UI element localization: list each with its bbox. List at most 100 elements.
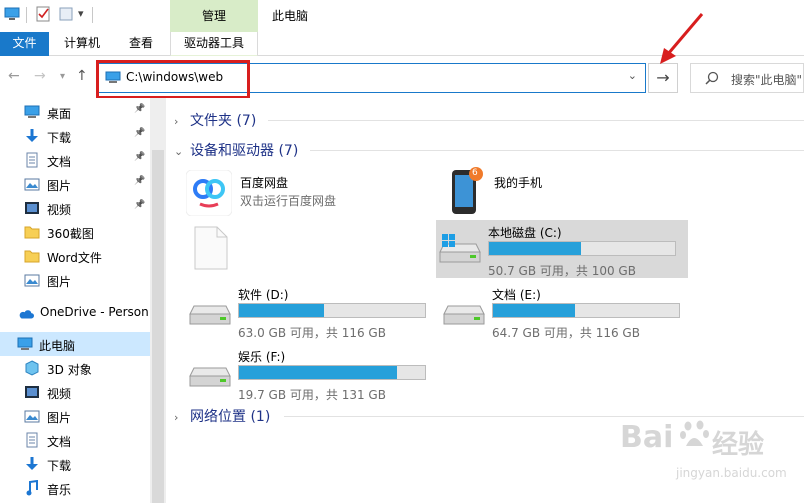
nav-label: 桌面	[47, 107, 72, 121]
tab-drive-tools[interactable]: 驱动器工具	[170, 32, 258, 57]
nav-item-this-pc[interactable]: 此电脑	[0, 332, 150, 356]
watermark-brand: Bai	[620, 420, 674, 455]
download-icon	[26, 129, 38, 142]
watermark-brand-2: 经验	[712, 430, 765, 460]
drive-icon	[443, 305, 485, 325]
quick-access-dropdown-icon[interactable]: ▾	[78, 7, 84, 20]
folder-icon	[24, 250, 40, 263]
search-icon	[705, 71, 719, 85]
phone-icon	[452, 167, 483, 214]
cloud-icon	[19, 310, 34, 319]
drive-usage-bar	[238, 365, 426, 380]
drive-tile[interactable]: 娱乐 (F:) 19.7 GB 可用，共 131 GB	[186, 344, 436, 402]
nav-scrollbar-thumb[interactable]	[152, 150, 164, 503]
drive-free-space: 50.7 GB 可用，共 100 GB	[488, 264, 636, 278]
drive-free-space: 19.7 GB 可用，共 131 GB	[238, 388, 386, 402]
pin-icon[interactable]: 📌	[134, 128, 145, 138]
drive-name: 软件 (D:)	[238, 288, 289, 302]
address-history-chevron-icon[interactable]: ⌄	[628, 69, 637, 82]
new-folder-icon[interactable]	[58, 6, 74, 22]
nav-item[interactable]: 下载 📌	[0, 124, 150, 148]
nav-item[interactable]: 图片 📌	[0, 172, 150, 196]
nav-item[interactable]: 3D 对象	[0, 356, 150, 380]
nav-item[interactable]: 音乐	[0, 476, 150, 500]
back-arrow-icon[interactable]: ←	[8, 68, 20, 84]
nav-label: OneDrive - Person	[40, 305, 149, 319]
nav-label: 此电脑	[39, 339, 76, 353]
address-path[interactable]: C:\windows\web	[126, 70, 223, 84]
group-header-network[interactable]: › 网络位置 (1)	[174, 406, 270, 426]
nav-item-onedrive[interactable]: OneDrive - Person	[0, 300, 150, 324]
music-icon	[26, 480, 38, 496]
pin-icon[interactable]: 📌	[134, 176, 145, 186]
nav-item[interactable]: 桌面 📌	[0, 100, 150, 124]
drive-usage-bar	[492, 303, 680, 318]
this-pc-icon	[17, 337, 33, 350]
nav-label: Word文件	[47, 251, 102, 265]
group-divider	[268, 120, 804, 121]
up-arrow-icon[interactable]: ↑	[76, 68, 88, 84]
watermark-url: jingyan.baidu.com	[676, 466, 787, 480]
device-description: 双击运行百度网盘	[240, 194, 337, 208]
group-divider	[284, 416, 804, 417]
drive-usage-bar	[238, 303, 426, 318]
separator	[92, 7, 93, 23]
nav-item[interactable]: 视频	[0, 380, 150, 404]
phone-badge: 6	[472, 168, 478, 178]
drive-name: 文档 (E:)	[492, 288, 541, 302]
picture-icon	[24, 410, 40, 423]
nav-label: 文档	[47, 155, 72, 169]
chevron-right-icon: ›	[174, 115, 179, 128]
device-my-phone[interactable]: 6 我的手机	[440, 166, 690, 222]
tab-view[interactable]: 查看	[118, 32, 164, 56]
this-pc-icon	[4, 7, 20, 20]
nav-item[interactable]: Word文件	[0, 244, 150, 268]
nav-label: 文档	[47, 435, 72, 449]
pin-icon[interactable]: 📌	[134, 104, 145, 114]
pin-icon[interactable]: 📌	[134, 152, 145, 162]
drive-name: 本地磁盘 (C:)	[488, 226, 562, 240]
forward-arrow-icon[interactable]: →	[34, 68, 46, 84]
unknown-file-icon[interactable]	[194, 226, 228, 270]
nav-item[interactable]: 文档 📌	[0, 148, 150, 172]
tab-file[interactable]: 文件	[0, 32, 49, 56]
drive-tile[interactable]: 文档 (E:) 64.7 GB 可用，共 116 GB	[440, 282, 690, 340]
pin-icon[interactable]: 📌	[134, 200, 145, 210]
group-divider	[310, 150, 804, 151]
go-button[interactable]: →	[648, 63, 678, 93]
address-bar[interactable]: C:\windows\web ⌄	[98, 63, 646, 93]
search-placeholder[interactable]: 搜索"此电脑"	[731, 71, 802, 88]
nav-label: 视频	[47, 387, 72, 401]
search-box[interactable]: 搜索"此电脑"	[690, 63, 804, 93]
nav-label: 360截图	[47, 227, 94, 241]
recent-locations-chevron-icon[interactable]: ▾	[60, 71, 65, 82]
drive-usage-fill	[239, 366, 398, 379]
device-name: 百度网盘	[240, 176, 289, 190]
nav-label: 3D 对象	[47, 363, 92, 377]
device-baidu-netdisk[interactable]: 百度网盘 双击运行百度网盘	[186, 166, 436, 222]
group-header-folders[interactable]: › 文件夹 (7)	[174, 110, 256, 130]
nav-item[interactable]: 文档	[0, 428, 150, 452]
video-icon	[25, 202, 39, 214]
drive-tile[interactable]: 本地磁盘 (C:) 50.7 GB 可用，共 100 GB	[436, 220, 688, 278]
drive-usage-fill	[239, 304, 324, 317]
drive-tile[interactable]: 软件 (D:) 63.0 GB 可用，共 116 GB	[186, 282, 436, 340]
group-header-devices[interactable]: ⌄ 设备和驱动器 (7)	[174, 140, 298, 160]
properties-icon[interactable]	[35, 6, 51, 22]
navigation-pane: 桌面 📌 下载 📌 文档 📌 图片 📌 视频 📌 360截图 Word文件 图片 OneDrive - …	[0, 98, 168, 503]
nav-item[interactable]: 360截图	[0, 220, 150, 244]
nav-item[interactable]: 视频 📌	[0, 196, 150, 220]
nav-label: 图片	[47, 411, 72, 425]
nav-label: 下载	[47, 459, 72, 473]
nav-item[interactable]: 图片	[0, 404, 150, 428]
document-icon	[26, 152, 38, 168]
contextual-tab-manage: 管理	[170, 0, 258, 32]
tab-computer[interactable]: 计算机	[52, 32, 112, 56]
drive-icon	[189, 367, 231, 387]
drive-free-space: 63.0 GB 可用，共 116 GB	[238, 326, 386, 340]
download-icon	[26, 457, 38, 470]
picture-icon	[24, 178, 40, 191]
nav-label: 视频	[47, 203, 72, 217]
nav-item[interactable]: 下载	[0, 452, 150, 476]
nav-item[interactable]: 图片	[0, 268, 150, 292]
